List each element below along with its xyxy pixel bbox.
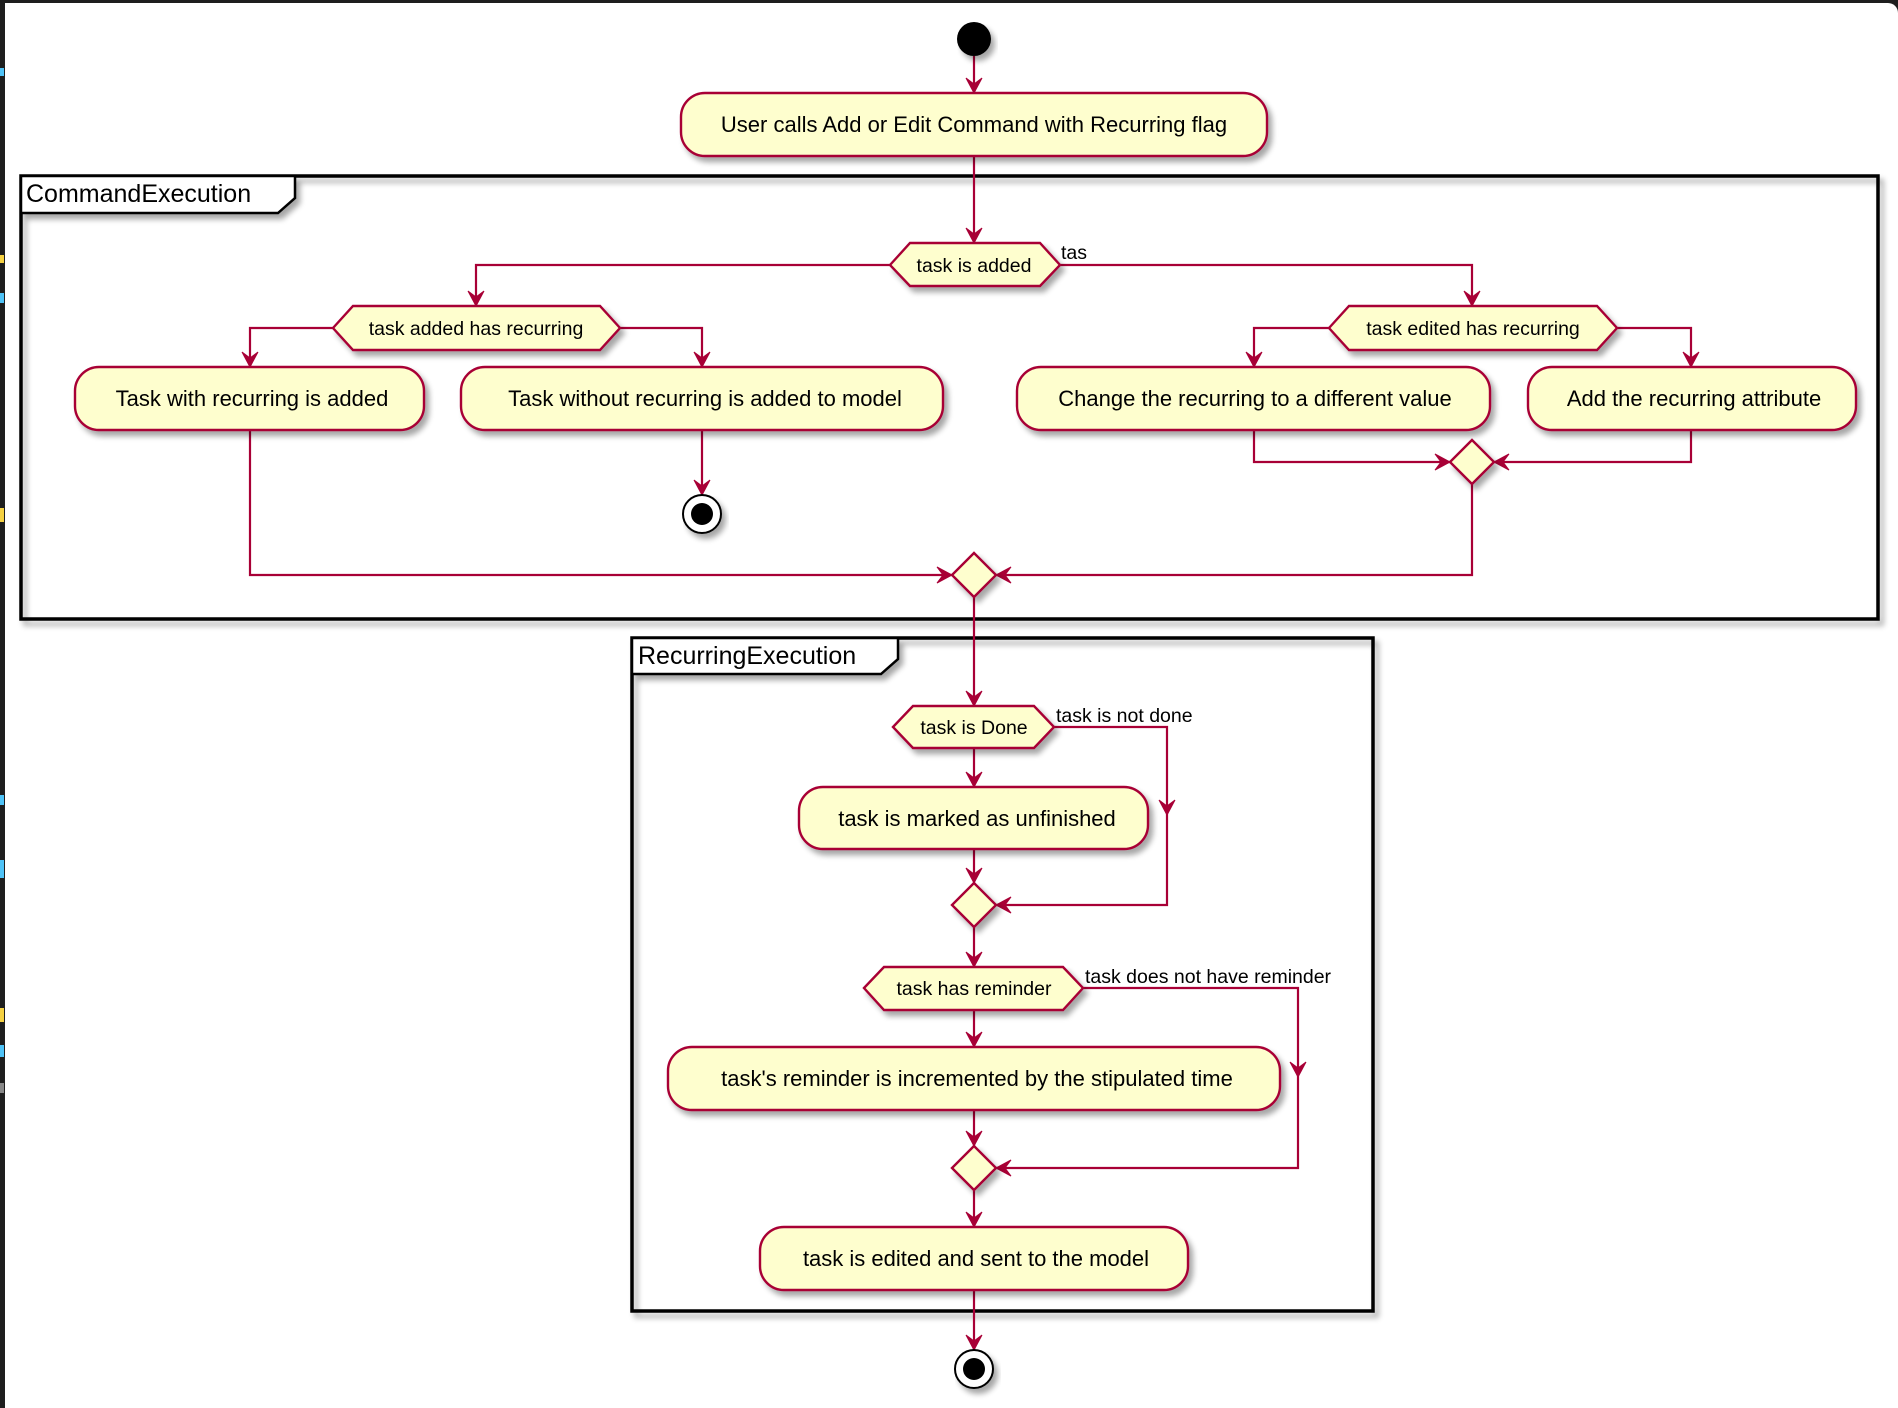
- edge-change-to-merge: [1252, 430, 1450, 464]
- action-label: Task without recurring is added to model: [508, 386, 902, 411]
- frame-title: RecurringExecution: [638, 642, 856, 670]
- edge-editrec-yes: [1252, 326, 1329, 367]
- action-label: task's reminder is incremented by the st…: [721, 1066, 1233, 1091]
- branch-label: tas: [1061, 242, 1087, 264]
- decision-task-edited-has-recurring: task edited has recurring: [1327, 304, 1619, 352]
- decision-task-has-reminder: task has reminder: [862, 965, 1085, 1012]
- action-change-recurring-value: Change the recurring to a different valu…: [1015, 365, 1492, 432]
- editor-gutter-mark: [0, 795, 4, 805]
- action-task-marked-unfinished: task is marked as unfinished: [797, 785, 1150, 851]
- editor-gutter-mark: [0, 1083, 4, 1093]
- branch-label: task is not done: [1056, 705, 1193, 727]
- editor-gutter-mark: [0, 293, 4, 303]
- merge-node: [950, 881, 998, 929]
- edge-addrec-yes: [248, 326, 333, 367]
- decision-label: task is added: [917, 255, 1032, 277]
- decision-label: task added has recurring: [369, 318, 584, 340]
- merge-node: [1448, 438, 1496, 486]
- editor-gutter-mark: [0, 1008, 4, 1022]
- edge-withrec-to-merge: [248, 430, 952, 577]
- branch-label: task does not have reminder: [1085, 966, 1332, 988]
- edge-addrec-no: [620, 326, 704, 367]
- start-node: [957, 22, 991, 56]
- action-task-edited-sent-to-model: task is edited and sent to the model: [758, 1225, 1190, 1292]
- merge-node: [950, 551, 998, 599]
- end-node: [682, 494, 722, 534]
- action-initial: User calls Add or Edit Command with Recu…: [679, 91, 1269, 158]
- edge-editrec-no: [1617, 326, 1693, 367]
- end-node: [954, 1349, 994, 1389]
- action-label: Task with recurring is added: [116, 386, 389, 411]
- action-task-without-recurring-added: Task without recurring is added to model: [459, 365, 945, 432]
- editor-gutter-mark: [0, 68, 4, 76]
- decision-label: task has reminder: [897, 978, 1052, 1000]
- decision-label: task edited has recurring: [1366, 318, 1580, 340]
- action-add-recurring-attribute: Add the recurring attribute: [1526, 365, 1858, 432]
- decision-task-is-done: task is Done: [891, 704, 1056, 750]
- action-label: task is marked as unfinished: [838, 806, 1116, 831]
- action-label: Add the recurring attribute: [1567, 386, 1821, 411]
- action-reminder-incremented: task's reminder is incremented by the st…: [666, 1045, 1282, 1112]
- edge-editmerge-to-merge: [996, 484, 1474, 577]
- action-label: User calls Add or Edit Command with Recu…: [721, 112, 1227, 137]
- editor-gutter-mark: [0, 860, 4, 878]
- decision-task-is-added: task is added: [888, 241, 1062, 288]
- activity-diagram: CommandExecution RecurringExecution User…: [19, 22, 1880, 1389]
- frame-title: CommandExecution: [26, 180, 251, 208]
- merge-node: [950, 1144, 998, 1192]
- decision-task-added-has-recurring: task added has recurring: [331, 304, 622, 352]
- editor-gutter-mark: [0, 508, 4, 522]
- action-label: Change the recurring to a different valu…: [1058, 386, 1451, 411]
- action-task-with-recurring-added: Task with recurring is added: [73, 365, 426, 432]
- edge-added-yes: [474, 263, 890, 306]
- decision-label: task is Done: [920, 717, 1027, 739]
- editor-gutter-mark: [0, 1045, 4, 1057]
- diagram-canvas: CommandExecution RecurringExecution User…: [5, 3, 1898, 1408]
- edge-addattr-to-merge: [1494, 430, 1693, 464]
- edge-added-no: [1060, 263, 1474, 306]
- action-label: task is edited and sent to the model: [803, 1246, 1149, 1271]
- editor-gutter-mark: [0, 255, 4, 263]
